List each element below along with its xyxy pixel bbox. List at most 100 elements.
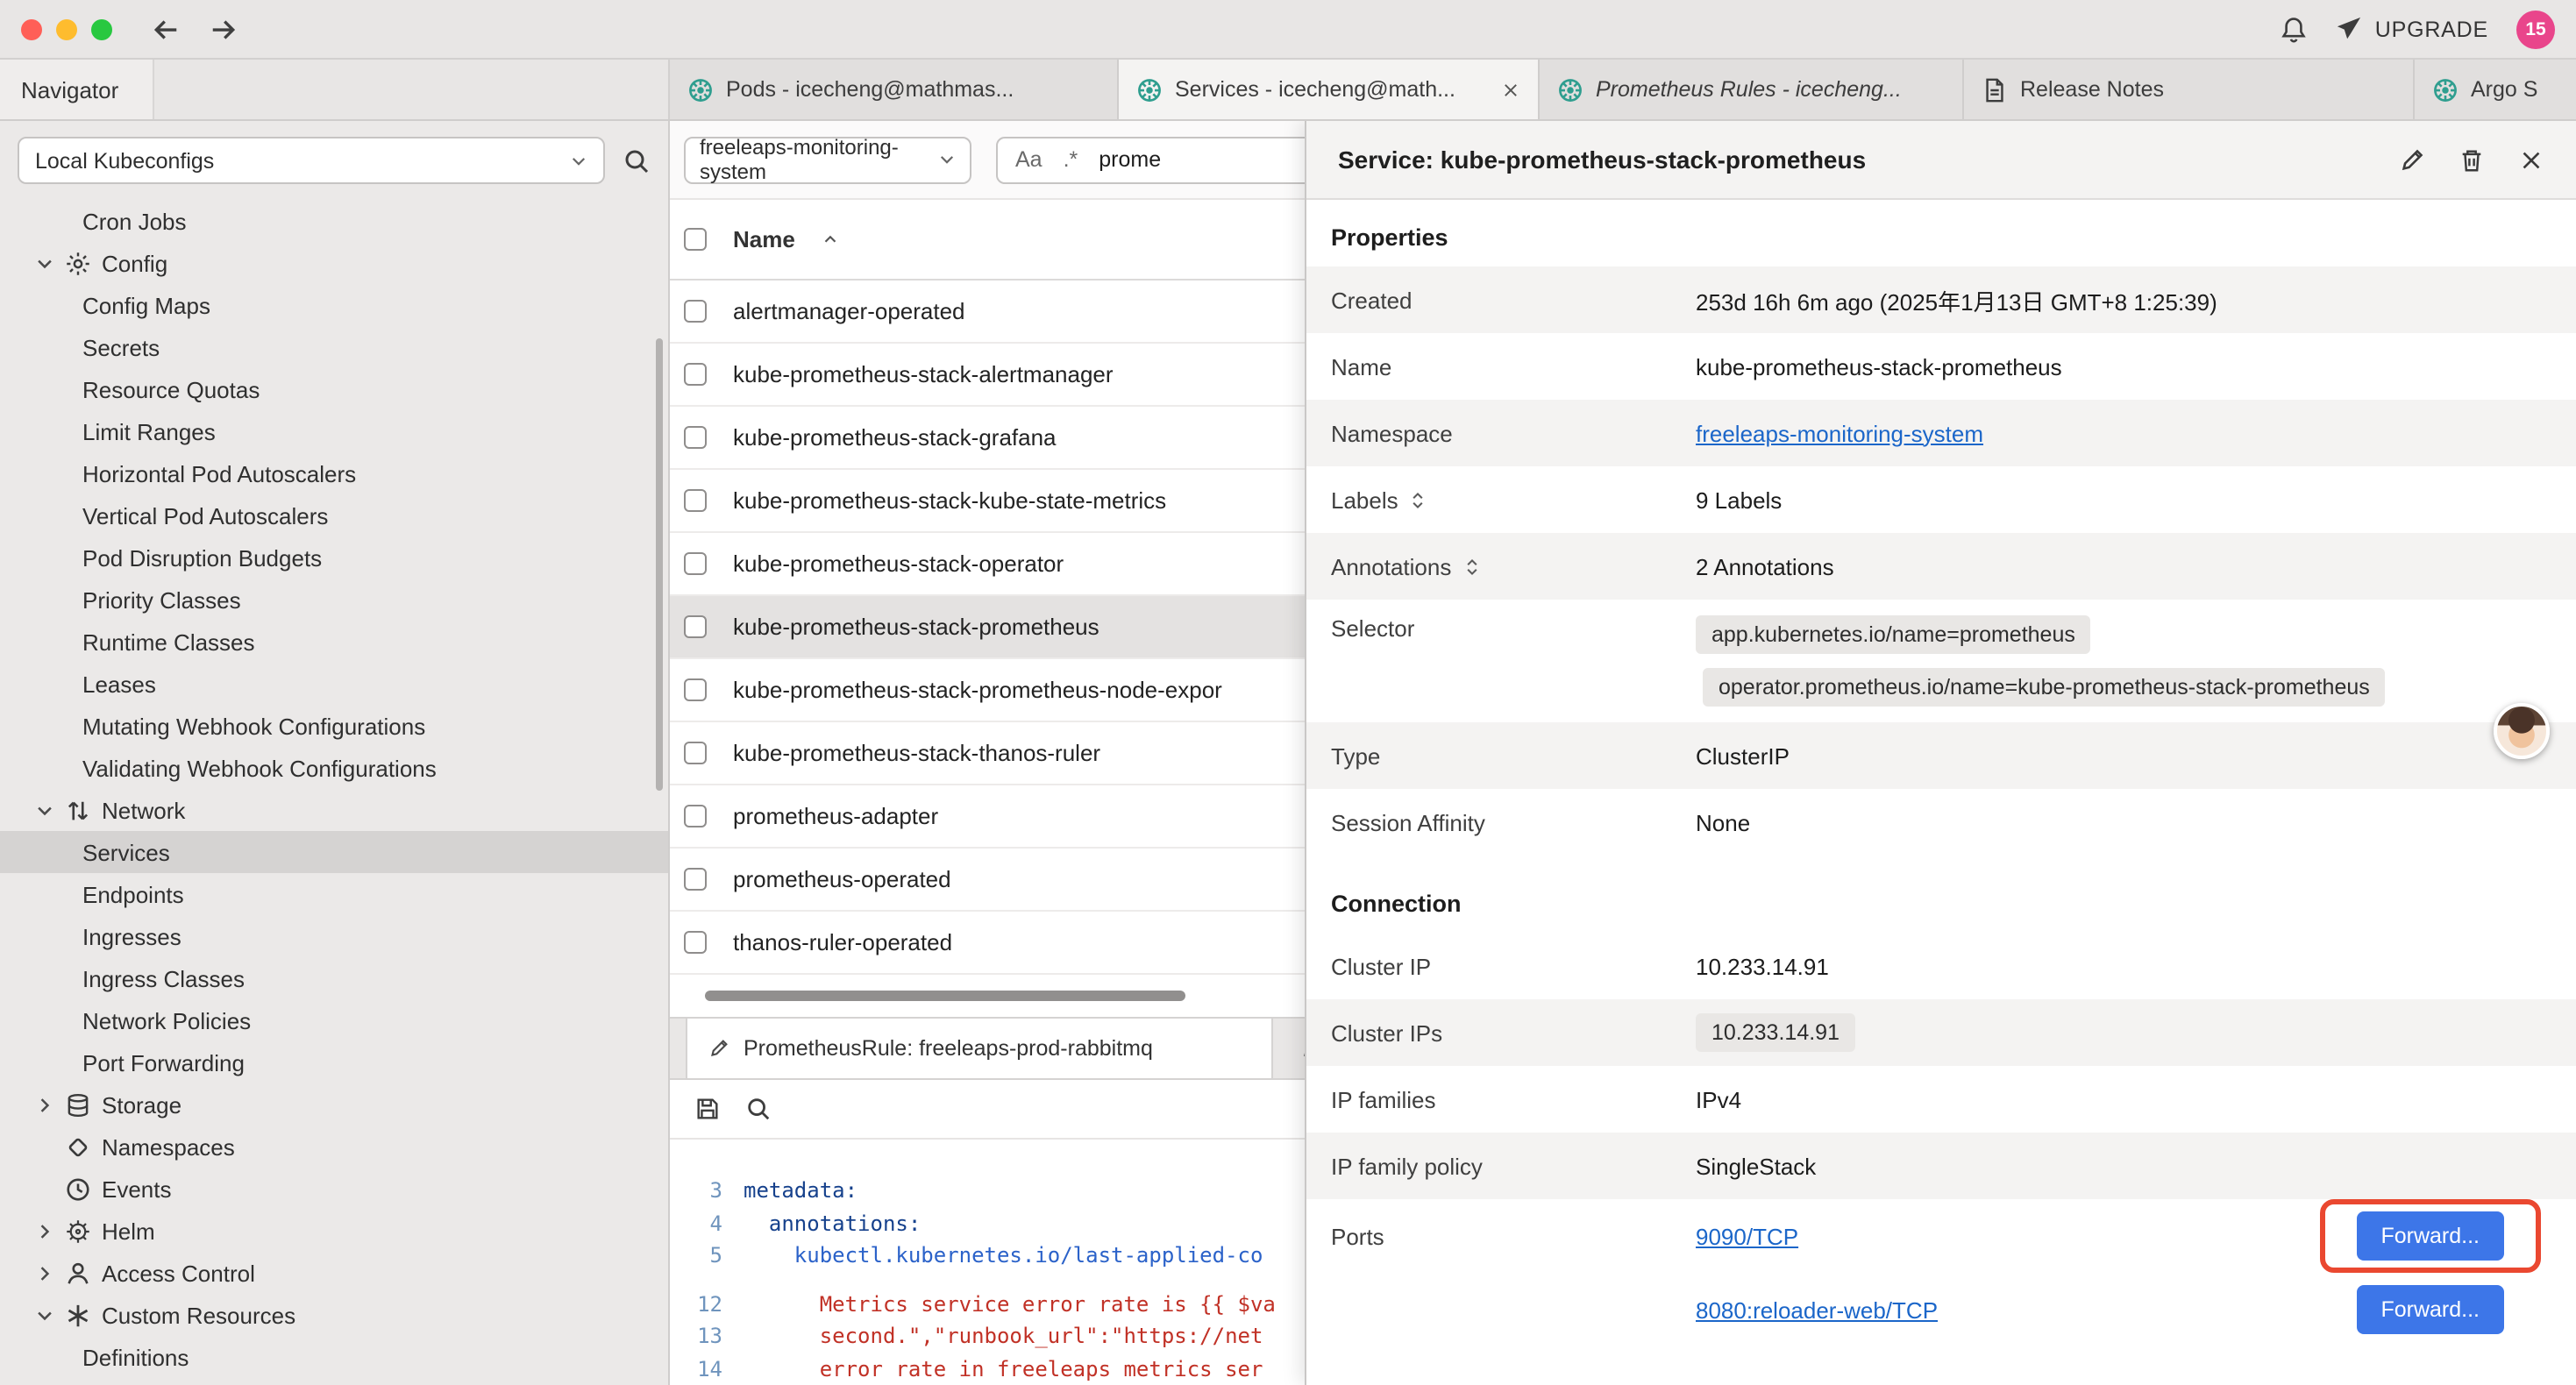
row-checkbox[interactable] (684, 805, 707, 827)
line-text: Metrics service error rate is {{ $va (744, 1292, 1276, 1317)
column-header-name[interactable]: Name (733, 226, 795, 252)
expand-annotations-icon[interactable] (1462, 557, 1481, 576)
detail-row-namespace: Namespace freeleaps-monitoring-system (1306, 400, 2576, 466)
delete-icon[interactable] (2459, 146, 2485, 173)
sidebar-item[interactable]: Vertical Pod Autoscalers (0, 494, 668, 536)
sidebar-item[interactable]: Ingresses (0, 915, 668, 957)
row-checkbox[interactable] (684, 931, 707, 954)
select-all-checkbox[interactable] (684, 228, 707, 251)
port-link-8080[interactable]: 8080:reloader-web/TCP (1696, 1296, 1938, 1323)
sidebar-item[interactable]: Validating Webhook Configurations (0, 747, 668, 789)
row-checkbox[interactable] (684, 552, 707, 575)
sidebar-item[interactable]: Ingress Classes (0, 957, 668, 999)
sidebar-item[interactable]: Limit Ranges (0, 410, 668, 452)
row-checkbox[interactable] (684, 868, 707, 891)
sidebar-item[interactable]: Priority Classes (0, 579, 668, 621)
sort-up-icon[interactable] (822, 230, 841, 249)
pencil-icon (708, 1038, 729, 1059)
sidebar-item-label: Validating Webhook Configurations (82, 755, 437, 781)
notification-count-badge[interactable]: 15 (2516, 10, 2555, 48)
field-label: Selector (1331, 615, 1696, 642)
sidebar-item[interactable]: Horizontal Pod Autoscalers (0, 452, 668, 494)
sidebar-item-label: Resource Quotas (82, 376, 260, 402)
row-checkbox[interactable] (684, 742, 707, 764)
line-text: metadata: (744, 1179, 857, 1204)
sidebar-item[interactable]: Custom Resources (0, 1294, 668, 1336)
ip-family-policy-value: SingleStack (1696, 1153, 1816, 1179)
document-icon (1982, 76, 2008, 103)
sidebar-item[interactable]: Events (0, 1168, 668, 1210)
sidebar-item[interactable]: Config Maps (0, 284, 668, 326)
upgrade-button[interactable]: UPGRADE (2337, 16, 2488, 42)
custom-resources-icon (65, 1302, 91, 1328)
sidebar-search-icon[interactable] (623, 146, 651, 174)
forward-button-1[interactable]: Forward... (2356, 1211, 2504, 1261)
navigator-panel-tab[interactable]: Navigator (0, 60, 154, 119)
notifications-bell-icon[interactable] (2281, 15, 2309, 43)
line-number: 12 (670, 1292, 722, 1317)
service-name: kube-prometheus-stack-prometheus-node-ex… (733, 677, 1222, 703)
namespace-link[interactable]: freeleaps-monitoring-system (1696, 420, 1983, 446)
port-link-9090[interactable]: 9090/TCP (1696, 1223, 1798, 1249)
navigator-header: Navigator (0, 60, 670, 119)
assistant-avatar[interactable] (2494, 703, 2550, 759)
row-checkbox[interactable] (684, 363, 707, 386)
detail-row-cluster-ip: Cluster IP 10.233.14.91 (1306, 933, 2576, 999)
sidebar-scrollbar[interactable] (656, 338, 663, 791)
service-name: kube-prometheus-stack-operator (733, 550, 1064, 577)
editor-search-icon[interactable] (745, 1096, 772, 1122)
chevron-right-icon (35, 1263, 54, 1282)
close-window-button[interactable] (21, 18, 42, 39)
namespace-filter-select[interactable]: freeleaps-monitoring-system (684, 136, 971, 183)
close-tab-icon[interactable] (1501, 80, 1520, 99)
sidebar-item[interactable]: Port Forwarding (0, 1041, 668, 1083)
app-tab[interactable]: Pods - icecheng@mathmas... (670, 60, 1119, 119)
edit-icon[interactable] (2399, 146, 2425, 173)
regex-toggle[interactable]: .* (1064, 147, 1078, 172)
minimize-window-button[interactable] (56, 18, 77, 39)
zoom-window-button[interactable] (91, 18, 112, 39)
sidebar-item[interactable]: Runtime Classes (0, 621, 668, 663)
save-icon[interactable] (694, 1096, 721, 1122)
sidebar-item[interactable]: Pod Disruption Budgets (0, 536, 668, 579)
forward-button-2[interactable]: Forward... (2356, 1285, 2504, 1334)
back-arrow-icon[interactable] (151, 13, 182, 45)
row-checkbox[interactable] (684, 300, 707, 323)
sidebar-item[interactable]: Resource Quotas (0, 368, 668, 410)
namespaces-icon (65, 1133, 91, 1160)
row-checkbox[interactable] (684, 489, 707, 512)
sidebar-item[interactable]: Cron Jobs (0, 200, 668, 242)
created-value: 253d 16h 6m ago (2025年1月13日 GMT+8 1:25:3… (1696, 283, 2217, 316)
expand-labels-icon[interactable] (1409, 490, 1428, 509)
app-tab[interactable]: Release Notes (1964, 60, 2415, 119)
horizontal-scrollbar-thumb[interactable] (705, 991, 1185, 1001)
sidebar-item[interactable]: Endpoints (0, 873, 668, 915)
ip-families-value: IPv4 (1696, 1086, 1741, 1112)
app-tab[interactable]: Prometheus Rules - icecheng... (1540, 60, 1964, 119)
sidebar-item[interactable]: Network (0, 789, 668, 831)
sidebar-item[interactable]: Config (0, 242, 668, 284)
close-drawer-icon[interactable] (2518, 146, 2544, 173)
kubeconfig-select[interactable]: Local Kubeconfigs (18, 137, 605, 184)
field-label: IP family policy (1331, 1153, 1696, 1179)
sidebar-item[interactable]: Helm (0, 1210, 668, 1252)
sidebar-item[interactable]: Definitions (0, 1336, 668, 1378)
sidebar-item[interactable]: Network Policies (0, 999, 668, 1041)
sidebar-item[interactable]: Services (0, 831, 668, 873)
match-case-toggle[interactable]: Aa (1015, 147, 1042, 172)
app-tab[interactable]: Argo S (2415, 60, 2576, 119)
sidebar-item[interactable]: Namespaces (0, 1126, 668, 1168)
sidebar-item[interactable]: Leases (0, 663, 668, 705)
sidebar-item[interactable]: Secrets (0, 326, 668, 368)
row-checkbox[interactable] (684, 426, 707, 449)
detail-row-cluster-ips: Cluster IPs 10.233.14.91 (1306, 999, 2576, 1066)
row-checkbox[interactable] (684, 678, 707, 701)
sidebar-item-label: Definitions (82, 1344, 189, 1370)
row-checkbox[interactable] (684, 615, 707, 638)
forward-arrow-icon[interactable] (207, 13, 238, 45)
sidebar-item[interactable]: Access Control (0, 1252, 668, 1294)
editor-tab[interactable]: PrometheusRule: freeleaps-prod-rabbitmq (686, 1019, 1273, 1078)
sidebar-item[interactable]: Mutating Webhook Configurations (0, 705, 668, 747)
sidebar-item[interactable]: Storage (0, 1083, 668, 1126)
app-tab[interactable]: Services - icecheng@math... (1119, 60, 1540, 119)
